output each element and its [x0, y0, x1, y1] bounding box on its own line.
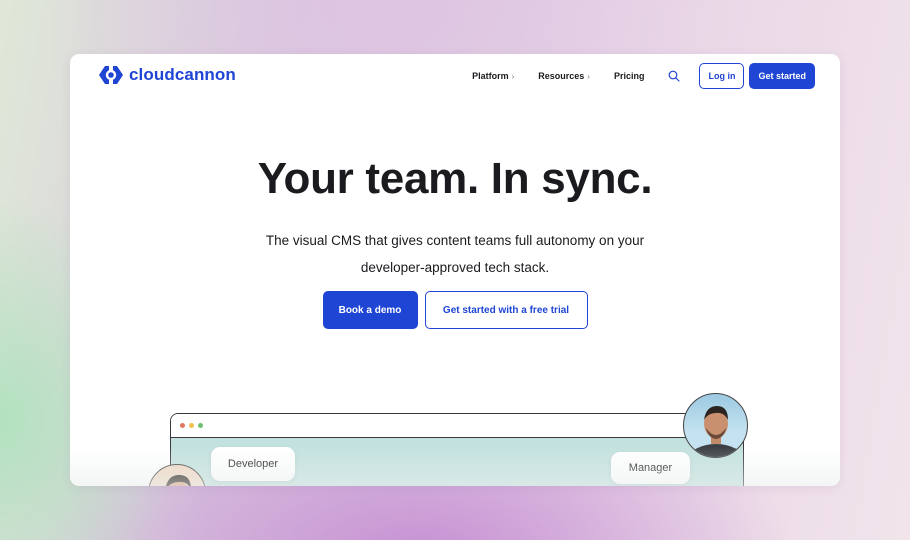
nav-item-label: Platform [472, 71, 509, 81]
nav-item-resources[interactable]: Resources › [538, 71, 590, 81]
nav-item-pricing[interactable]: Pricing [614, 71, 645, 81]
hero-title: Your team. In sync. [257, 154, 653, 203]
window-dot-red-icon [180, 423, 185, 428]
page-card: cloudcannon Platform › Resources › Prici… [70, 54, 840, 486]
developer-label-bubble: Developer [211, 447, 295, 481]
manager-avatar [683, 393, 748, 458]
manager-label-bubble: Manager [611, 452, 690, 484]
brand-logo[interactable]: cloudcannon [98, 65, 236, 85]
nav-item-platform[interactable]: Platform › [472, 71, 514, 81]
search-icon[interactable] [668, 70, 681, 82]
nav-links: Platform › Resources › Pricing Log in Ge… [472, 63, 815, 89]
chevron-right-icon: › [587, 71, 590, 81]
login-button[interactable]: Log in [699, 63, 745, 89]
free-trial-button[interactable]: Get started with a free trial [424, 291, 588, 329]
window-dot-green-icon [198, 423, 203, 428]
chevron-right-icon: › [511, 71, 515, 81]
window-dot-yellow-icon [189, 423, 194, 428]
nav-item-label: Pricing [613, 71, 645, 81]
hero-subtitle-line: The visual CMS that gives content teams … [265, 233, 645, 248]
get-started-button[interactable]: Get started [749, 63, 815, 89]
hero-subtitle-line: developer-approved tech stack. [360, 260, 550, 275]
person-icon [688, 406, 744, 457]
browser-title-bar [171, 414, 743, 438]
hero-cta-group: Book a demo Get started with a free tria… [70, 291, 840, 329]
hero-subtitle: The visual CMS that gives content teams … [70, 227, 840, 281]
cloudcannon-logo-icon [99, 65, 123, 85]
brand-name: cloudcannon [129, 65, 236, 84]
top-navigation: cloudcannon Platform › Resources › Prici… [70, 54, 840, 98]
book-demo-button[interactable]: Book a demo [322, 291, 418, 329]
nav-item-label: Resources [538, 71, 585, 81]
